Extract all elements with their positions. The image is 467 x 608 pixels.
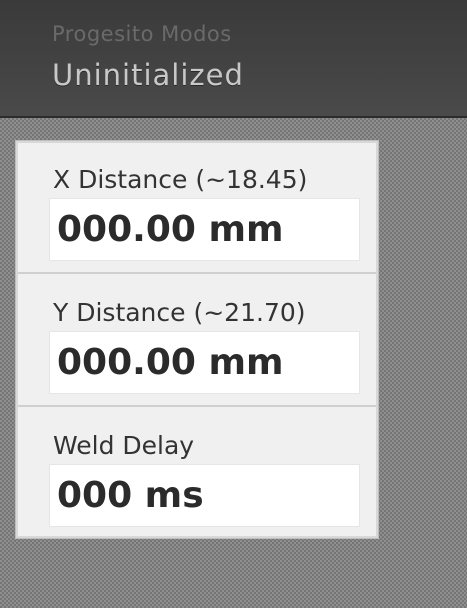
- weld-delay-field: Weld Delay 000 ms: [18, 409, 376, 540]
- x-distance-label: X Distance (~18.45): [53, 165, 308, 194]
- weld-delay-input[interactable]: 000 ms: [49, 464, 360, 527]
- header-subtitle: Progesito Modos: [52, 22, 232, 46]
- settings-panel: X Distance (~18.45) 000.00 mm Y Distance…: [16, 141, 378, 538]
- x-distance-field: X Distance (~18.45) 000.00 mm: [18, 143, 376, 274]
- x-distance-input[interactable]: 000.00 mm: [49, 198, 360, 261]
- status-header: Progesito Modos Uninitialized: [0, 0, 467, 118]
- weld-delay-label: Weld Delay: [53, 431, 195, 460]
- y-distance-label: Y Distance (~21.70): [53, 298, 306, 327]
- y-distance-field: Y Distance (~21.70) 000.00 mm: [18, 276, 376, 407]
- status-title: Uninitialized: [52, 58, 244, 92]
- weld-delay-value: 000 ms: [57, 475, 204, 516]
- x-distance-value: 000.00 mm: [57, 209, 284, 250]
- y-distance-input[interactable]: 000.00 mm: [49, 331, 360, 394]
- y-distance-value: 000.00 mm: [57, 342, 284, 383]
